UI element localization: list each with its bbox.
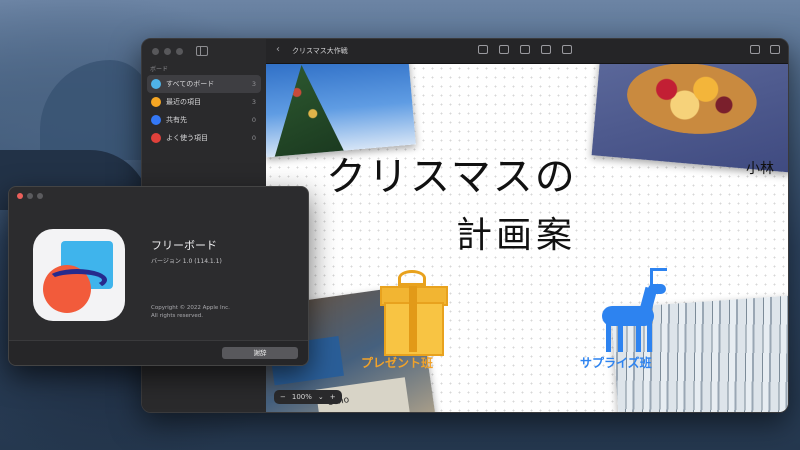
text-box-icon[interactable] (520, 45, 530, 54)
copyright-line: All rights reserved. (151, 313, 204, 319)
app-name: フリーボード (151, 239, 217, 252)
sidebar-list: すべてのボード 3 最近の項目 3 共有先 0 よく使う項目 0 (147, 75, 261, 147)
sidebar-item-count: 0 (251, 134, 256, 142)
photo-fruit-tart[interactable] (591, 64, 788, 173)
zoom-window-button[interactable] (176, 48, 183, 55)
sidebar-item-label: 共有先 (166, 116, 187, 124)
sidebar-heading: ボード (150, 66, 169, 73)
handwriting-title[interactable]: クリスマスの (326, 144, 577, 202)
app-icon-squiggle (47, 269, 107, 291)
photo-icon[interactable] (541, 45, 551, 54)
insert-tools (478, 45, 572, 54)
reindeer-leg (606, 322, 611, 352)
board-title: クリスマス大作戦 (292, 47, 348, 55)
back-chevron-icon[interactable]: ‹ (276, 44, 280, 55)
about-window: フリーボード バージョン 1.0 (114.1.1) Copyright © 2… (8, 186, 309, 366)
wallpaper-cliff (40, 60, 150, 160)
share-icon[interactable] (750, 45, 760, 54)
sidebar-item-all-boards[interactable]: すべてのボード 3 (147, 75, 261, 93)
all-boards-icon (151, 79, 161, 89)
folder-icon[interactable] (562, 45, 572, 54)
window-controls (152, 48, 183, 55)
copyright-line: Copyright © 2022 Apple Inc. (151, 305, 230, 311)
about-window-controls (17, 193, 43, 199)
minimize-window-button[interactable] (164, 48, 171, 55)
sidebar-item-label: すべてのボード (166, 80, 215, 88)
zoom-in-button[interactable]: + (330, 392, 336, 402)
close-window-button[interactable] (152, 48, 159, 55)
reindeer-leg (636, 322, 641, 352)
gift-icon[interactable] (376, 264, 448, 356)
freeform-app-icon (33, 229, 125, 321)
close-about-button[interactable] (17, 193, 23, 199)
sidebar-item-label: よく使う項目 (166, 134, 208, 142)
zoom-level[interactable]: 100% (292, 392, 312, 402)
sidebar-item-favorites[interactable]: よく使う項目 0 (147, 129, 261, 147)
zoom-control: − 100% ⌄ + (274, 390, 342, 404)
sidebar-item-recent[interactable]: 最近の項目 3 (147, 93, 261, 111)
gift-bow (398, 270, 426, 286)
sidebar-item-label: 最近の項目 (166, 98, 201, 106)
surprise-team-label[interactable]: サプライズ班 (580, 354, 652, 371)
sidebar-item-count: 0 (251, 116, 256, 124)
clock-icon (151, 97, 161, 107)
gift-ribbon (409, 286, 417, 352)
toolbar: ‹ クリスマス大作戦 (266, 39, 788, 64)
board-canvas[interactable]: echo クリスマスの 計画案 小林 プレゼント班 サプライズ班 − (266, 64, 788, 412)
reindeer-leg (618, 322, 623, 352)
tart-image (624, 64, 760, 140)
acknowledgements-button[interactable]: 謝辞 (222, 347, 298, 359)
handwriting-name[interactable]: 小林 (746, 158, 774, 178)
sidebar-item-count: 3 (251, 80, 256, 88)
about-footer: 謝辞 (9, 340, 308, 365)
gift-team-label[interactable]: プレゼント班 (361, 354, 433, 371)
app-version: バージョン 1.0 (114.1.1) (151, 258, 222, 265)
zoom-about-button (37, 193, 43, 199)
sticky-note-icon[interactable] (478, 45, 488, 54)
minimize-about-button (27, 193, 33, 199)
reindeer-icon[interactable] (596, 268, 676, 354)
handwriting-subtitle[interactable]: 計画案 (456, 206, 576, 258)
sidebar-toggle-icon[interactable] (196, 46, 208, 56)
compose-icon[interactable] (770, 45, 780, 54)
reindeer-leg (647, 322, 652, 352)
toolbar-right (750, 45, 780, 54)
shapes-icon[interactable] (499, 45, 509, 54)
heart-icon (151, 133, 161, 143)
copyright-text: Copyright © 2022 Apple Inc. All rights r… (151, 304, 230, 320)
sidebar-item-shared[interactable]: 共有先 0 (147, 111, 261, 129)
zoom-menu-chevron-icon[interactable]: ⌄ (318, 392, 324, 402)
people-icon (151, 115, 161, 125)
sidebar-item-count: 3 (251, 98, 256, 106)
zoom-out-button[interactable]: − (280, 392, 286, 402)
